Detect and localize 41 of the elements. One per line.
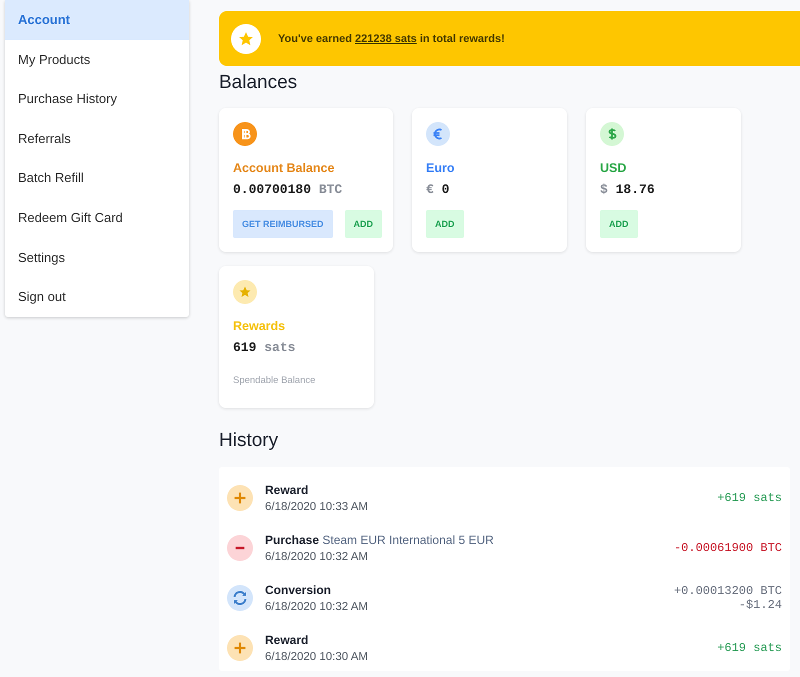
sidebar-item[interactable]: Purchase History — [5, 79, 189, 119]
balance-amount: $ 18.76 — [600, 182, 656, 197]
balance-amount: 619 sats — [233, 340, 296, 355]
entry-amount: +619 sats — [717, 491, 782, 505]
entry-time: 6/18/2020 10:32 AM — [265, 601, 369, 613]
entry-time: 6/18/2020 10:33 AM — [265, 501, 369, 513]
sidebar-item[interactable]: Referrals — [5, 118, 189, 158]
section-heading: History — [219, 430, 280, 452]
balance-label: Euro — [426, 161, 456, 175]
dollar-icon — [600, 122, 624, 146]
entry-amount: -$1.24 — [738, 598, 782, 612]
entry-title: Purchase Steam EUR International 5 EUR — [265, 533, 495, 547]
balance-amount: 0.00700180 BTC — [233, 182, 344, 197]
balance-label: Rewards — [233, 319, 286, 333]
entry-amount: -0.00061900 BTC — [674, 541, 782, 555]
entry-time: 6/18/2020 10:32 AM — [265, 551, 369, 563]
entry-title: Reward — [265, 633, 310, 647]
sidebar-item[interactable]: Batch Refill — [5, 158, 189, 198]
entry-title: Conversion — [265, 583, 332, 597]
plus-icon — [227, 485, 253, 511]
balance-amount: € 0 — [426, 182, 450, 197]
minus-icon — [227, 535, 253, 561]
sidebar-item[interactable]: My Products — [5, 40, 189, 80]
sidebar-item[interactable]: Account — [5, 0, 189, 40]
sidebar-item[interactable]: Sign out — [5, 277, 189, 317]
entry-time: 6/18/2020 10:30 AM — [265, 651, 369, 663]
sidebar-item[interactable]: Settings — [5, 238, 189, 278]
entry-amount: +619 sats — [717, 641, 782, 655]
rewards-link[interactable]: 221238 sats — [355, 32, 417, 44]
balance-label: Account Balance — [233, 161, 336, 175]
entry-amount: +0.00013200 BTC — [674, 584, 782, 598]
balance-note: Spendable Balance — [233, 375, 316, 386]
euro-icon — [426, 122, 450, 146]
plus-icon — [227, 635, 253, 661]
refresh-icon — [227, 585, 253, 611]
balance-label: USD — [600, 161, 628, 175]
entry-title: Reward — [265, 483, 310, 497]
bitcoin-icon — [233, 122, 257, 146]
section-heading: Balances — [219, 72, 298, 94]
sidebar-item[interactable]: Redeem Gift Card — [5, 198, 189, 238]
rewards-message: You've earned 221238 sats in total rewards! — [278, 32, 505, 44]
